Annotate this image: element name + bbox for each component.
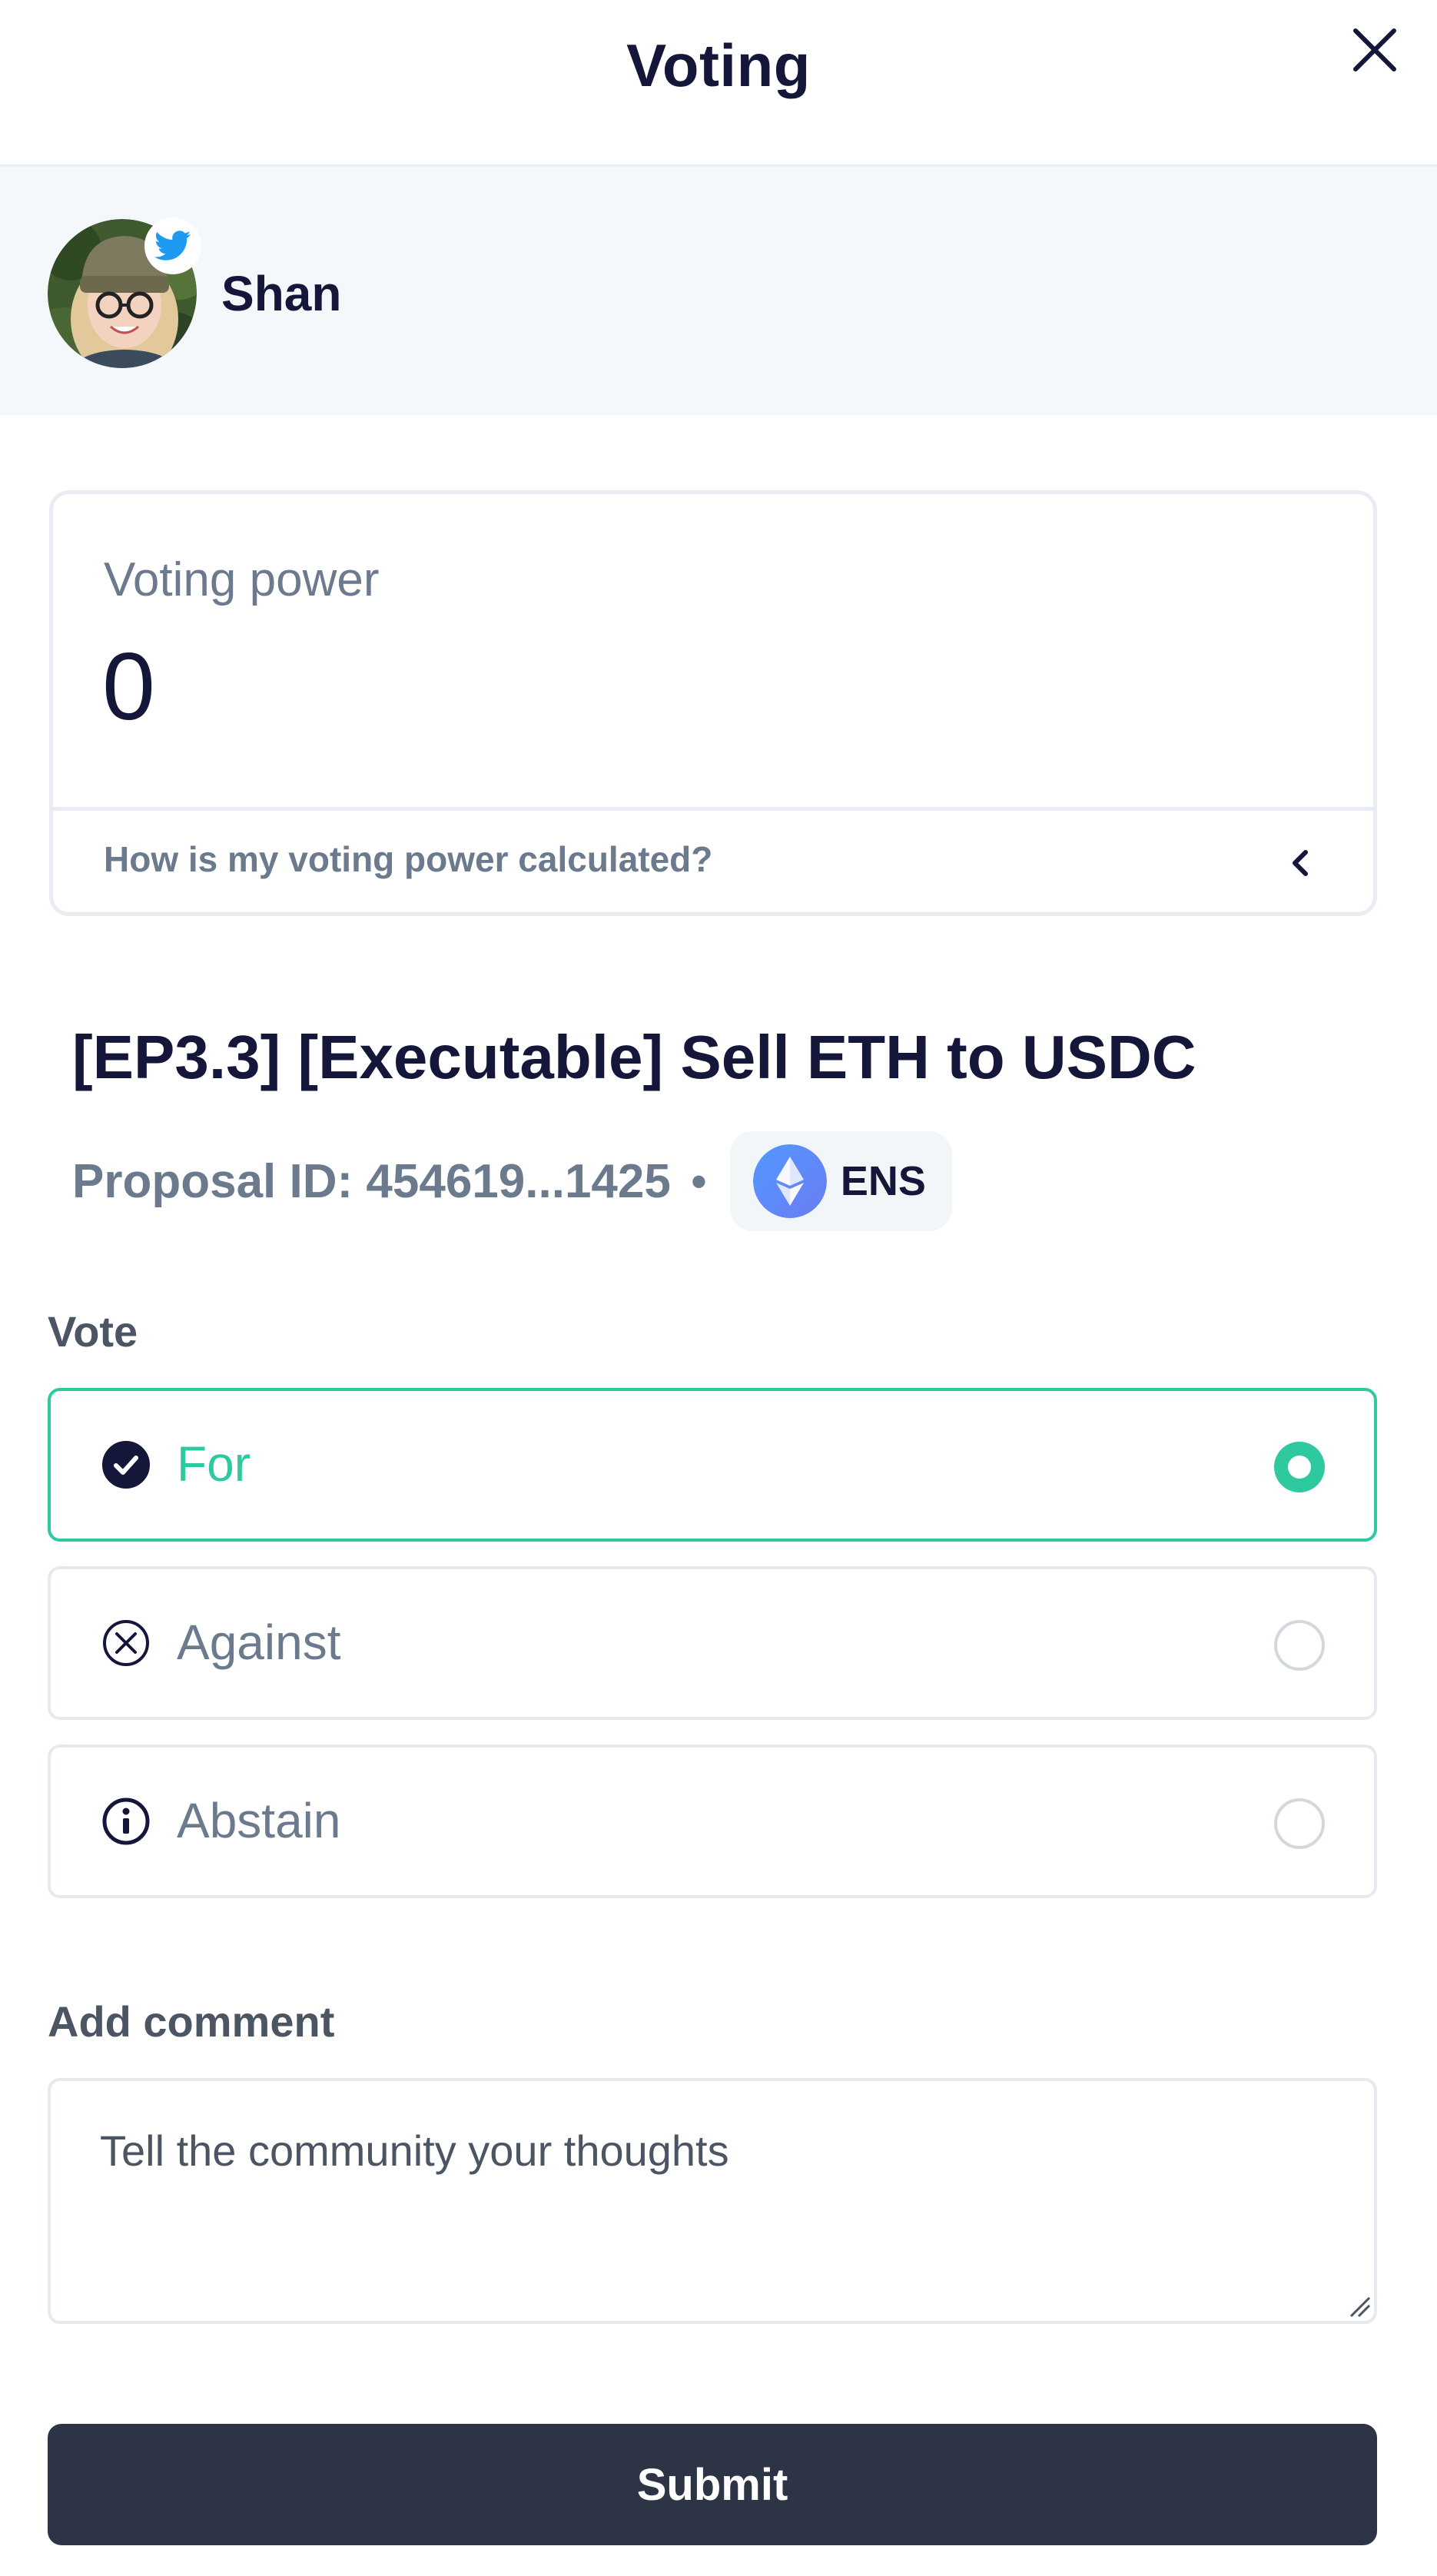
voting-power-card: Voting power 0 How is my voting power ca… [49,490,1377,916]
check-circle-icon [102,1441,150,1489]
voting-power-label: Voting power [104,553,380,606]
modal-title: Voting [626,32,811,99]
dao-name: ENS [840,1158,926,1204]
close-icon [1353,28,1396,71]
proposal-id: Proposal ID: 454619...1425 [72,1154,671,1208]
resize-handle-icon[interactable] [1346,2293,1371,2318]
proposal-meta: Proposal ID: 454619...1425 • ENS [72,1131,952,1231]
vote-option-label: Against [177,1615,341,1670]
ens-logo-icon [752,1144,827,1218]
user-section: Shan [0,167,1437,415]
voting-power-faq-text: How is my voting power calculated? [104,839,713,879]
x-circle-icon [103,1620,149,1666]
radio-unselected[interactable] [1274,1798,1325,1849]
avatar [48,217,201,368]
close-button[interactable] [1348,23,1402,77]
vote-option-for[interactable]: For [48,1388,1377,1542]
vote-option-abstain[interactable]: Abstain [48,1744,1377,1898]
vote-heading: Vote [48,1307,138,1356]
twitter-badge [144,217,201,274]
comment-heading: Add comment [48,1997,335,2046]
twitter-icon [154,231,191,261]
proposal-title: [EP3.3] [Executable] Sell ETH to USDC [72,1023,1196,1091]
user-name: Shan [221,266,342,321]
modal-header: Voting [0,0,1437,167]
comment-input[interactable] [48,2078,1377,2324]
voting-power-value: 0 [102,634,155,740]
voting-power-faq-toggle[interactable]: How is my voting power calculated? [53,811,1373,912]
dao-chip[interactable]: ENS [729,1131,952,1231]
separator-dot: • [690,1155,707,1207]
radio-unselected[interactable] [1274,1620,1325,1671]
vote-option-label: For [177,1436,251,1492]
radio-selected[interactable] [1274,1442,1325,1492]
chevron-left-icon [1293,850,1308,876]
vote-option-label: Abstain [177,1793,341,1848]
submit-button[interactable]: Submit [48,2424,1377,2545]
info-circle-icon [102,1798,150,1845]
vote-option-against[interactable]: Against [48,1566,1377,1720]
